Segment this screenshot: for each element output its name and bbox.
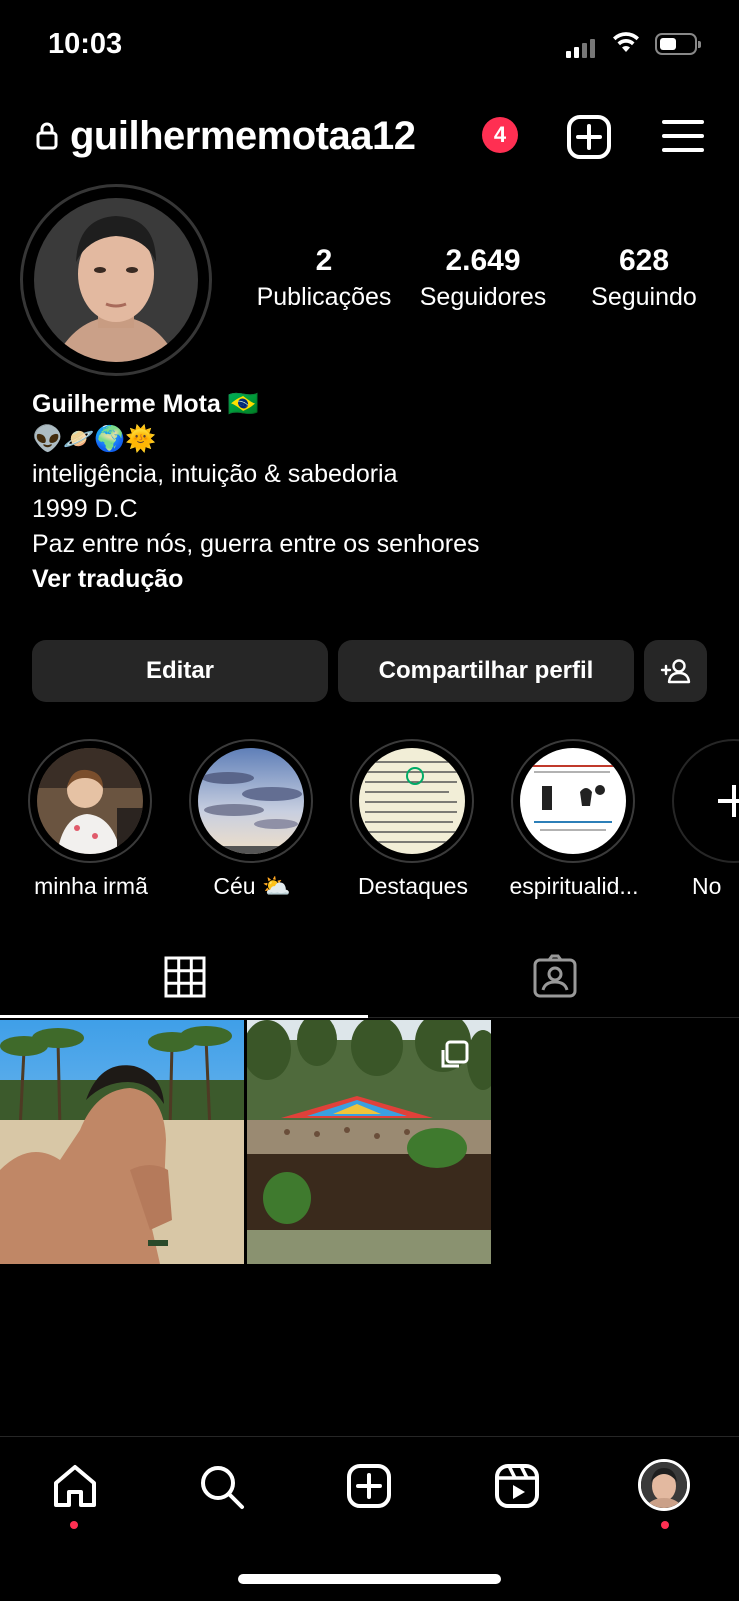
bio-line: 1999 D.C [32, 495, 138, 523]
share-profile-button[interactable]: Compartilhar perfil [338, 640, 634, 702]
search-icon[interactable] [198, 1463, 246, 1511]
account-switcher[interactable]: guilhermemotaa12 [70, 114, 416, 159]
home-icon[interactable] [52, 1463, 98, 1509]
edit-profile-button[interactable]: Editar [32, 640, 328, 702]
stat-followers[interactable]: 2.649 Seguidores [408, 244, 558, 314]
tagged-icon[interactable] [532, 954, 578, 1000]
bio-line: inteligência, intuição & sabedoria [32, 460, 398, 488]
stat-following-label: Seguindo [591, 283, 697, 311]
profile-name: Guilherme Mota 🇧🇷 [32, 390, 259, 418]
stat-followers-value: 2.649 [445, 244, 521, 277]
stat-posts-value: 2 [315, 244, 333, 277]
story-highlight-label: espiritualid... [509, 873, 639, 899]
see-translation-link[interactable]: Ver tradução [32, 562, 712, 597]
plus-icon [718, 785, 739, 817]
status-time: 10:03 [48, 28, 123, 60]
grid-icon[interactable] [164, 956, 206, 998]
story-highlight-label: Destaques [358, 873, 468, 899]
profile-bio: Guilherme Mota 🇧🇷 👽🪐🌍🌞 inteligência, int… [32, 387, 712, 597]
story-highlight-label: Céu ⛅ [213, 873, 291, 899]
bio-line: Paz entre nós, guerra entre os senhores [32, 530, 480, 558]
profile-activity-dot [661, 1521, 669, 1529]
story-highlight[interactable]: espiritualid... [509, 739, 639, 899]
profile-picture[interactable] [34, 198, 198, 362]
post-thumbnail[interactable] [247, 1020, 491, 1264]
create-post-icon[interactable] [566, 114, 612, 160]
story-highlight[interactable]: minha irmã [28, 739, 154, 899]
profile-header: guilhermemotaa12 4 [0, 108, 739, 164]
cellular-signal-icon [566, 36, 595, 58]
active-tab-indicator [0, 1015, 368, 1018]
story-highlight[interactable]: Destaques [350, 739, 476, 899]
stat-posts[interactable]: 2 Publicações [254, 244, 394, 314]
story-highlight[interactable]: Céu ⛅ [189, 739, 315, 899]
post-thumbnail[interactable] [0, 1020, 244, 1264]
create-icon[interactable] [346, 1463, 392, 1509]
profile-tabs [0, 940, 739, 1018]
stat-following[interactable]: 628 Seguindo [572, 244, 716, 314]
stat-posts-label: Publicações [256, 283, 392, 311]
new-highlight[interactable]: No [672, 739, 739, 899]
story-highlight-label: minha irmã [34, 873, 148, 899]
reels-icon[interactable] [494, 1463, 540, 1509]
bio-emojis: 👽🪐🌍🌞 [32, 425, 157, 453]
battery-icon [655, 33, 701, 55]
stat-followers-label: Seguidores [419, 283, 547, 311]
profile-tab-avatar[interactable] [638, 1459, 690, 1511]
menu-icon[interactable] [662, 118, 704, 154]
home-indicator [238, 1574, 501, 1584]
lock-icon [36, 122, 58, 150]
wifi-icon [613, 32, 639, 52]
add-person-icon [660, 659, 690, 684]
status-bar: 10:03 [0, 0, 739, 90]
notification-badge: 4 [482, 117, 518, 153]
home-activity-dot [70, 1521, 78, 1529]
discover-people-button[interactable] [644, 640, 707, 702]
story-highlight-label: No [692, 873, 722, 899]
stat-following-value: 628 [618, 244, 670, 277]
